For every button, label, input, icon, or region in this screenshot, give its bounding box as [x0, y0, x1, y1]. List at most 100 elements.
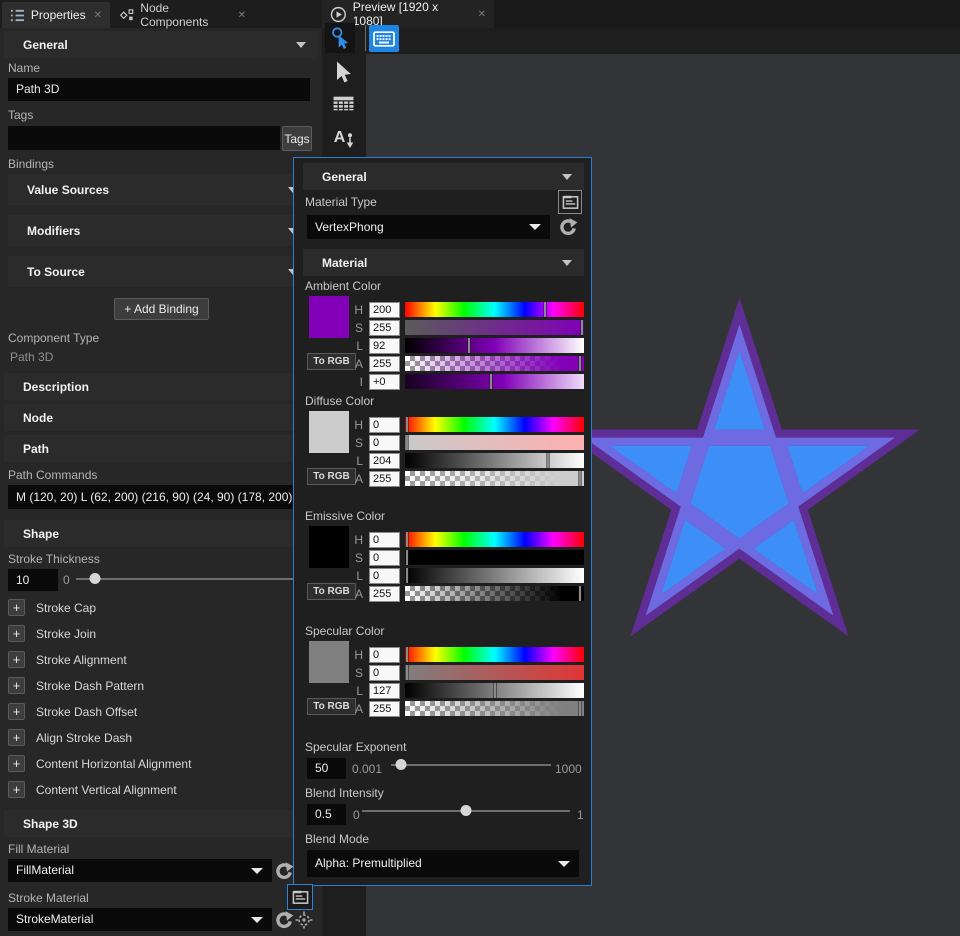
stroke-thickness-input[interactable]: 10 — [8, 569, 58, 591]
emissive-color-swatch[interactable] — [309, 526, 349, 568]
reset-icon[interactable] — [273, 909, 295, 931]
specular-l-slider[interactable] — [405, 683, 584, 698]
select-tool-button[interactable] — [331, 58, 355, 86]
ambient-s-input[interactable] — [369, 320, 400, 336]
slider-marker[interactable] — [579, 700, 582, 717]
ambient-color-swatch[interactable] — [309, 296, 349, 338]
fill-material-dropdown[interactable]: FillMaterial — [8, 859, 272, 882]
slider-marker[interactable] — [405, 664, 408, 681]
specular-s-input[interactable] — [369, 665, 400, 681]
emissive-a-slider[interactable] — [405, 586, 584, 601]
ambient-a-input[interactable] — [369, 356, 400, 372]
section-header-path[interactable]: Path — [4, 435, 318, 462]
emissive-l-slider[interactable] — [405, 568, 584, 583]
reset-icon[interactable] — [557, 216, 579, 238]
material-type-editor-button[interactable] — [558, 190, 582, 214]
add-content-vertical-alignment-button[interactable]: + — [8, 781, 25, 798]
blend-intensity-input[interactable]: 0.5 — [307, 804, 346, 825]
add-stroke-join-button[interactable]: + — [8, 625, 25, 642]
section-header-value-sources[interactable]: Value Sources — [8, 174, 310, 205]
diffuse-color-swatch[interactable] — [309, 411, 349, 453]
blend-intensity-slider[interactable] — [362, 805, 570, 817]
slider-knob[interactable] — [461, 805, 472, 816]
blend-mode-dropdown[interactable]: Alpha: Premultiplied — [307, 850, 579, 877]
slider-marker[interactable] — [405, 434, 408, 451]
add-stroke-alignment-button[interactable]: + — [8, 651, 25, 668]
add-stroke-cap-button[interactable]: + — [8, 599, 25, 616]
slider-marker[interactable] — [581, 319, 584, 336]
path-commands-input[interactable]: M (120, 20) L (62, 200) (216, 90) (24, 9… — [8, 485, 318, 509]
specular-exponent-slider[interactable] — [391, 759, 551, 771]
close-icon[interactable]: ✕ — [478, 9, 486, 20]
add-content-horizontal-alignment-button[interactable]: + — [8, 755, 25, 772]
add-align-stroke-dash-button[interactable]: + — [8, 729, 25, 746]
stroke-thickness-slider[interactable] — [76, 573, 318, 585]
emissive-h-slider[interactable] — [405, 532, 584, 547]
panel-header-general[interactable]: General — [303, 163, 584, 190]
stroke-material-dropdown[interactable]: StrokeMaterial — [8, 908, 272, 931]
slider-marker[interactable] — [543, 301, 546, 318]
tab-properties[interactable]: Properties ✕ — [2, 2, 110, 28]
section-header-description[interactable]: Description — [4, 373, 318, 400]
emissive-s-input[interactable] — [369, 550, 400, 566]
slider-marker[interactable] — [547, 452, 550, 469]
diffuse-l-slider[interactable] — [405, 453, 584, 468]
emissive-l-input[interactable] — [369, 568, 400, 584]
slider-marker[interactable] — [405, 646, 408, 663]
ambient-h-slider[interactable] — [405, 302, 584, 317]
specular-a-slider[interactable] — [405, 701, 584, 716]
slider-marker[interactable] — [579, 470, 582, 487]
section-header-shape3d[interactable]: Shape 3D — [4, 810, 318, 837]
panel-header-material[interactable]: Material — [303, 249, 584, 276]
specular-s-slider[interactable] — [405, 665, 584, 680]
section-header-general[interactable]: General — [4, 31, 318, 58]
section-header-modifiers[interactable]: Modifiers — [8, 215, 310, 246]
reset-icon[interactable] — [273, 860, 295, 882]
tags-input[interactable] — [8, 126, 280, 150]
diffuse-s-input[interactable] — [369, 435, 400, 451]
slider-marker[interactable] — [405, 531, 408, 548]
ambient-i-input[interactable] — [369, 374, 400, 390]
emissive-a-input[interactable] — [369, 586, 400, 602]
ambient-a-slider[interactable] — [405, 356, 584, 371]
slider-marker[interactable] — [468, 337, 471, 354]
slider-marker[interactable] — [405, 416, 408, 433]
specular-a-input[interactable] — [369, 701, 400, 717]
add-stroke-dash-offset-button[interactable]: + — [8, 703, 25, 720]
slider-knob[interactable] — [90, 573, 101, 584]
ambient-s-slider[interactable] — [405, 320, 584, 335]
close-icon[interactable]: ✕ — [238, 10, 246, 21]
diffuse-l-input[interactable] — [369, 453, 400, 469]
diffuse-a-input[interactable] — [369, 471, 400, 487]
diffuse-h-input[interactable] — [369, 417, 400, 433]
slider-marker[interactable] — [493, 682, 496, 699]
add-stroke-dash-pattern-button[interactable]: + — [8, 677, 25, 694]
add-binding-button[interactable]: + Add Binding — [114, 298, 209, 320]
specular-h-input[interactable] — [369, 647, 400, 663]
name-input[interactable]: Path 3D — [8, 78, 310, 101]
slider-marker[interactable] — [405, 549, 408, 566]
tags-button[interactable]: Tags — [282, 126, 312, 151]
open-material-editor-button[interactable] — [287, 884, 313, 910]
section-header-node[interactable]: Node — [4, 404, 318, 431]
diffuse-a-slider[interactable] — [405, 471, 584, 486]
emissive-s-slider[interactable] — [405, 550, 584, 565]
specular-color-swatch[interactable] — [309, 641, 349, 683]
diffuse-s-slider[interactable] — [405, 435, 584, 450]
specular-exponent-input[interactable]: 50 — [307, 758, 346, 779]
ambient-h-input[interactable] — [369, 302, 400, 318]
tab-node-components[interactable]: Node Components ✕ — [112, 2, 254, 28]
slider-marker[interactable] — [489, 373, 492, 390]
diffuse-h-slider[interactable] — [405, 417, 584, 432]
slider-marker[interactable] — [405, 567, 408, 584]
crosshair-icon[interactable] — [295, 911, 313, 929]
section-header-to-source[interactable]: To Source — [8, 256, 310, 287]
section-header-shape[interactable]: Shape — [4, 520, 318, 547]
grid-tool-button[interactable] — [331, 93, 355, 113]
material-type-dropdown[interactable]: VertexPhong — [307, 215, 550, 239]
ambient-l-input[interactable] — [369, 338, 400, 354]
close-icon[interactable]: ✕ — [94, 10, 102, 21]
emissive-h-input[interactable] — [369, 532, 400, 548]
ambient-l-slider[interactable] — [405, 338, 584, 353]
ambient-i-slider[interactable] — [405, 374, 584, 389]
